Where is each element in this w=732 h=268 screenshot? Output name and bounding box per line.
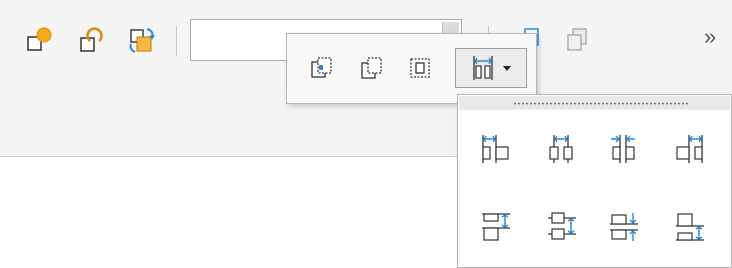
distribute-horizontal-inward-icon[interactable]	[602, 127, 646, 171]
chevron-down-icon	[503, 65, 511, 71]
distribute-vertical-top-icon[interactable]	[474, 205, 518, 249]
distribute-panel	[457, 94, 732, 268]
toolbar-separator	[176, 26, 177, 56]
distribute-horizontal-left-icon[interactable]	[474, 127, 518, 171]
grip-dots	[513, 102, 688, 105]
distribute-icon[interactable]	[455, 48, 527, 88]
insert-shape-alt-icon[interactable]	[74, 22, 110, 58]
group-icon[interactable]	[560, 22, 596, 58]
more-commands-button[interactable]: »	[704, 24, 716, 50]
panel-grip-handle[interactable]	[459, 96, 730, 110]
distribute-vertical-inward-icon[interactable]	[602, 205, 646, 249]
align-bring-icon[interactable]	[353, 48, 391, 88]
distribute-vertical-bottom-icon[interactable]	[668, 205, 712, 249]
change-shape-icon[interactable]	[124, 22, 160, 58]
align-send-icon[interactable]	[401, 48, 439, 88]
insert-shape-icon[interactable]	[22, 22, 58, 58]
distribute-horizontal-right-icon[interactable]	[668, 127, 712, 171]
distribute-horizontal-center-icon[interactable]	[540, 127, 584, 171]
align-center-icon[interactable]	[303, 48, 341, 88]
distribute-vertical-middle-icon[interactable]	[540, 205, 584, 249]
